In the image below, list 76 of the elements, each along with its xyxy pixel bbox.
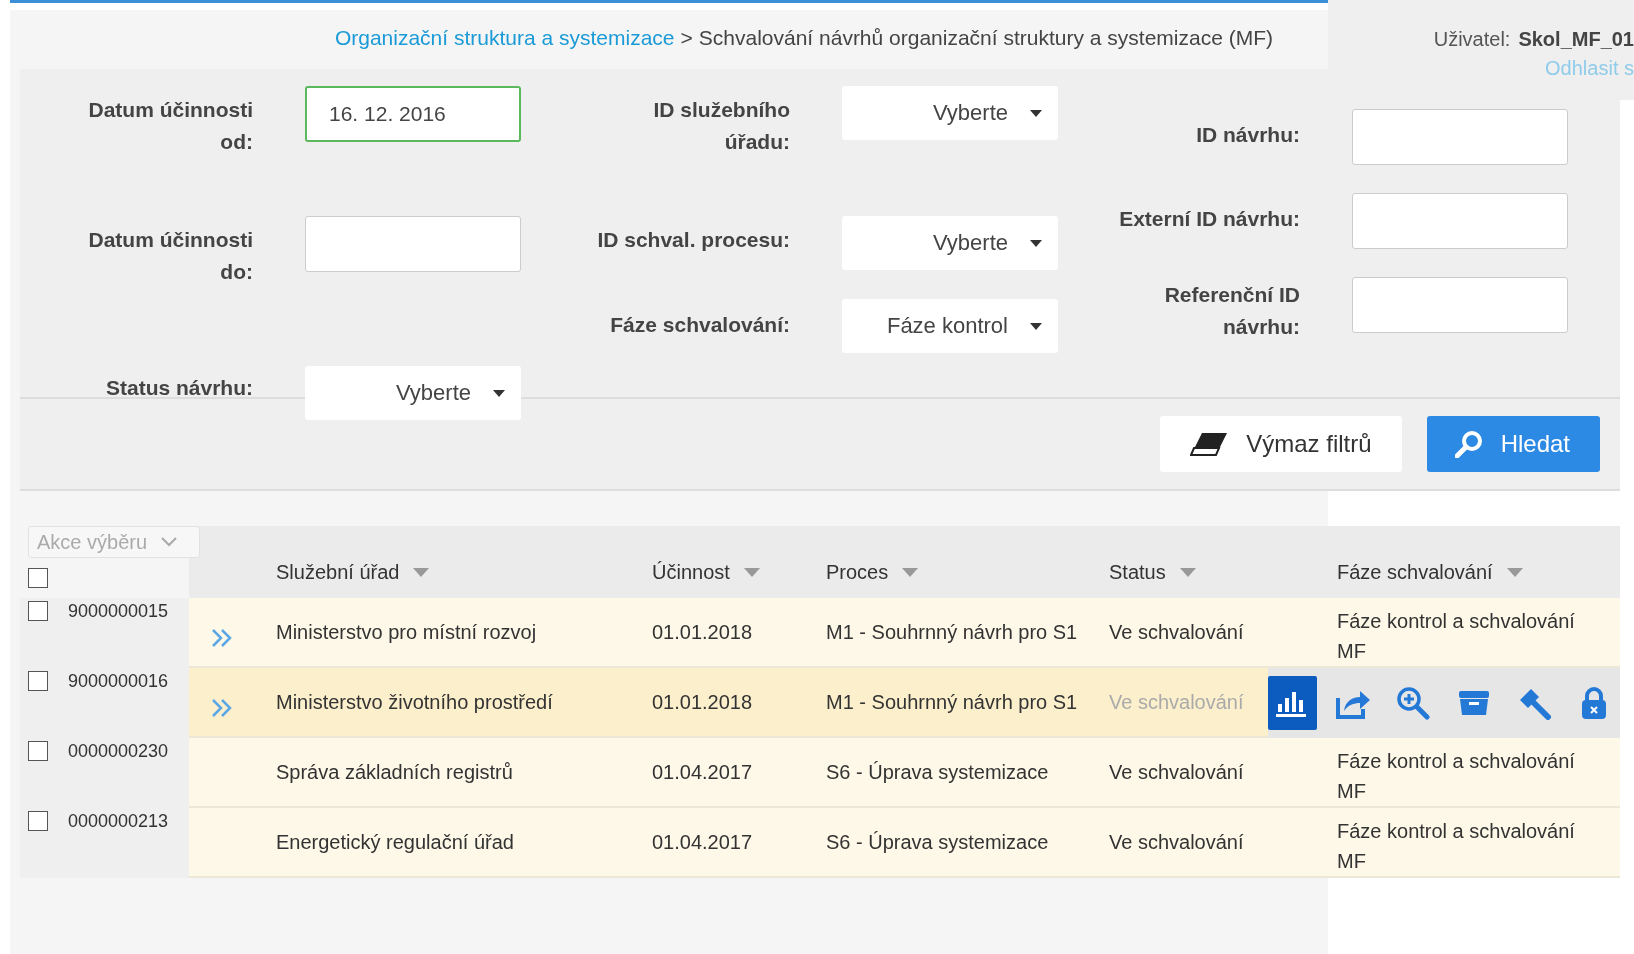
table-cell: Ve schvalování — [1109, 598, 1337, 668]
sort-caret-icon[interactable] — [1179, 567, 1196, 577]
filter-label: ID schval. procesu: — [596, 227, 790, 253]
expand-cell[interactable] — [189, 668, 276, 738]
caret-icon — [493, 389, 505, 397]
table-cell: S6 - Úprava systemizace — [826, 808, 1109, 878]
proposal-id: 0000000213 — [68, 811, 169, 832]
table-cell: Fáze kontrol a schvalování MF — [1337, 598, 1620, 668]
table-cell: Ve schvalování — [1109, 738, 1337, 808]
row-checkbox[interactable] — [28, 741, 48, 761]
filter-label: Fáze schvalování: — [609, 312, 790, 338]
bar-chart-button[interactable] — [1268, 676, 1317, 730]
filter-label: ID služebního úřadu: — [652, 97, 790, 155]
double-chevron-icon[interactable] — [211, 698, 233, 718]
search-button[interactable]: Hledat — [1426, 416, 1600, 472]
filter-label: Status návrhu: — [104, 375, 253, 401]
column-header[interactable]: Účinnost — [652, 526, 826, 598]
table-cell: 01.01.2018 — [652, 598, 826, 668]
user-name: Skol_MF_01 — [1518, 28, 1634, 51]
caret-icon — [1030, 109, 1042, 117]
proposal-id: 9000000016 — [68, 671, 169, 692]
column-header[interactable]: Status — [1109, 526, 1337, 598]
row-checkbox[interactable] — [28, 601, 48, 621]
clear-filters-button[interactable]: Výmaz filtrů — [1160, 416, 1402, 472]
expand-cell[interactable] — [189, 598, 276, 668]
chevron-down-icon — [161, 537, 178, 547]
table-cell: S6 - Úprava systemizace — [826, 738, 1109, 808]
breadcrumb-separator: > — [680, 26, 693, 50]
date-field[interactable]: 16. 12. 2016 — [305, 86, 521, 142]
row-checkbox[interactable] — [28, 811, 48, 831]
select-dropdown[interactable]: Vyberte — [842, 86, 1058, 140]
table-cell: Ministerstvo pro místní rozvoj — [276, 598, 652, 668]
table-cell: M1 - Souhrnný návrh pro S1 — [826, 668, 1109, 738]
zoom-in-icon — [1395, 686, 1432, 720]
caret-icon — [1030, 239, 1042, 247]
column-header[interactable]: Služební úřad — [276, 526, 652, 598]
select-all-checkbox[interactable] — [28, 568, 48, 588]
table-cell: Energetický regulační úřad — [276, 808, 652, 878]
proposal-id: 0000000230 — [68, 741, 169, 762]
date-field[interactable] — [305, 216, 521, 272]
table-cell: Fáze kontrol a schvalování MF — [1337, 808, 1620, 878]
sort-caret-icon[interactable] — [743, 567, 760, 577]
select-dropdown[interactable]: Vyberte — [305, 366, 521, 420]
eraser-icon — [1190, 432, 1229, 456]
double-chevron-icon[interactable] — [211, 628, 233, 648]
expand-cell[interactable] — [189, 808, 276, 878]
proposal-id: 9000000015 — [68, 601, 169, 622]
column-header[interactable]: Proces — [826, 526, 1109, 598]
table-cell: 01.04.2017 — [652, 808, 826, 878]
table-cell: Fáze kontrol a schvalování MF — [1337, 738, 1620, 808]
table-cell: Správa základních registrů — [276, 738, 652, 808]
sort-caret-icon[interactable] — [1506, 567, 1523, 577]
text-field[interactable] — [1352, 277, 1568, 333]
sort-caret-icon[interactable] — [413, 567, 430, 577]
filter-label: ID návrhu: — [1195, 122, 1300, 148]
table-cell: Ve schvalování — [1109, 808, 1337, 878]
table-cell: 01.04.2017 — [652, 738, 826, 808]
search-icon — [1454, 430, 1483, 458]
select-dropdown[interactable]: Fáze kontrol — [842, 299, 1058, 353]
expand-cell[interactable] — [189, 738, 276, 808]
table-cell: Ministerstvo životního prostředí — [276, 668, 652, 738]
filter-label: Referenční ID návrhu: — [1163, 282, 1300, 340]
breadcrumb-current: Schvalování návrhů organizační struktury a systemizace (MF) — [698, 26, 1273, 50]
filter-label: Datum účinnosti do: — [87, 227, 253, 285]
row-checkbox[interactable] — [28, 671, 48, 691]
text-field[interactable] — [1352, 109, 1568, 165]
sort-caret-icon[interactable] — [902, 567, 919, 577]
user-label: Uživatel: — [1433, 28, 1511, 51]
select-dropdown[interactable]: Vyberte — [842, 216, 1058, 270]
filter-label: Externí ID návrhu: — [1118, 206, 1300, 232]
caret-icon — [1030, 322, 1042, 330]
table-cell: 01.01.2018 — [652, 668, 826, 738]
table-cell: M1 - Souhrnný návrh pro S1 — [826, 598, 1109, 668]
text-field[interactable] — [1352, 193, 1568, 249]
column-header[interactable]: Fáze schvalování — [1337, 526, 1620, 598]
filter-label: Datum účinnosti od: — [87, 97, 253, 155]
